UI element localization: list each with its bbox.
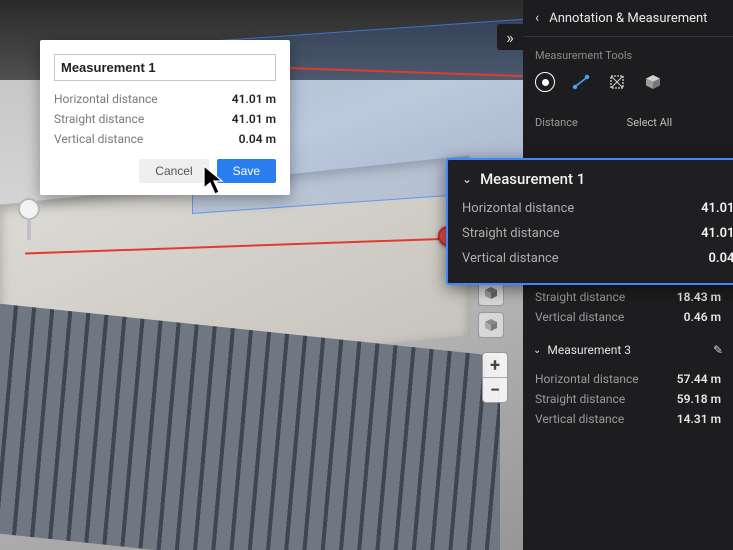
popup-row-value: 41.01 m bbox=[232, 92, 276, 106]
meas-label: Straight distance bbox=[535, 392, 625, 406]
zoom-out-button[interactable]: − bbox=[483, 378, 507, 402]
tool-line[interactable] bbox=[571, 72, 591, 92]
meas-value: 57.44 m bbox=[677, 372, 721, 386]
zoom-control: + − bbox=[482, 352, 508, 403]
meas-label: Vertical distance bbox=[535, 412, 624, 426]
tools-section-label: Measurement Tools bbox=[523, 37, 733, 68]
popup-row-label: Straight distance bbox=[54, 112, 144, 126]
measurement-name-input[interactable] bbox=[54, 54, 276, 81]
tool-volume[interactable] bbox=[643, 72, 663, 92]
distance-section-header: Distance Select All bbox=[523, 106, 733, 133]
edit-icon[interactable]: ✎ bbox=[713, 343, 723, 357]
measurement-name: Measurement 1 bbox=[480, 170, 585, 188]
popup-row: Vertical distance 0.04 m bbox=[54, 129, 276, 149]
cancel-button[interactable]: Cancel bbox=[139, 159, 208, 183]
collapse-panel-button[interactable]: » bbox=[497, 24, 523, 50]
save-button[interactable]: Save bbox=[217, 159, 276, 183]
measurement-edit-popup: Horizontal distance 41.01 m Straight dis… bbox=[40, 40, 290, 195]
tool-area[interactable] bbox=[607, 72, 627, 92]
meas-value: 0.46 m bbox=[684, 310, 721, 324]
meas-label: Straight distance bbox=[535, 290, 625, 304]
meas-value: 41.01 m bbox=[701, 201, 733, 216]
chevron-down-icon[interactable]: ⌄ bbox=[462, 172, 472, 186]
measurement-item[interactable]: Horizontal distance 57.44 m Straight dist… bbox=[523, 363, 733, 439]
popup-row: Straight distance 41.01 m bbox=[54, 109, 276, 129]
view-tools-column bbox=[478, 280, 508, 338]
measurement-header[interactable]: ⌄ Measurement 3 ✎ bbox=[523, 337, 733, 363]
meas-value: 41.01 m bbox=[701, 226, 733, 241]
popup-row: Horizontal distance 41.01 m bbox=[54, 89, 276, 109]
zoom-in-button[interactable]: + bbox=[483, 353, 507, 378]
popup-row-label: Horizontal distance bbox=[54, 92, 158, 106]
select-all-button[interactable]: Select All bbox=[627, 116, 672, 129]
building-facade bbox=[0, 304, 500, 550]
panel-title: Annotation & Measurement bbox=[549, 11, 707, 26]
measurement-tools bbox=[523, 68, 733, 106]
distance-label: Distance bbox=[535, 116, 578, 129]
meas-label: Vertical distance bbox=[462, 251, 559, 266]
popup-row-value: 0.04 m bbox=[239, 132, 276, 146]
back-icon[interactable]: ‹ bbox=[535, 10, 539, 26]
meas-label: Horizontal distance bbox=[462, 201, 574, 216]
chevron-down-icon: ⌄ bbox=[533, 345, 541, 356]
popup-row-label: Vertical distance bbox=[54, 132, 143, 146]
tool-point[interactable] bbox=[535, 72, 555, 92]
panel-header: ‹ Annotation & Measurement bbox=[523, 0, 733, 37]
measurement-highlight-card[interactable]: ⌄ Measurement 1 ✎ Horizontal distance41.… bbox=[446, 158, 733, 285]
meas-label: Horizontal distance bbox=[535, 372, 639, 386]
meas-label: Vertical distance bbox=[535, 310, 624, 324]
measurement-name: Measurement 3 bbox=[547, 343, 631, 357]
meas-value: 59.18 m bbox=[677, 392, 721, 406]
meas-value: 14.31 m bbox=[677, 412, 721, 426]
view-cube-side-button[interactable] bbox=[478, 312, 504, 338]
measure-point-white[interactable] bbox=[18, 198, 40, 220]
meas-label: Straight distance bbox=[462, 226, 560, 241]
meas-value: 0.04 m bbox=[709, 251, 733, 266]
meas-value: 18.43 m bbox=[677, 290, 721, 304]
popup-row-value: 41.01 m bbox=[232, 112, 276, 126]
